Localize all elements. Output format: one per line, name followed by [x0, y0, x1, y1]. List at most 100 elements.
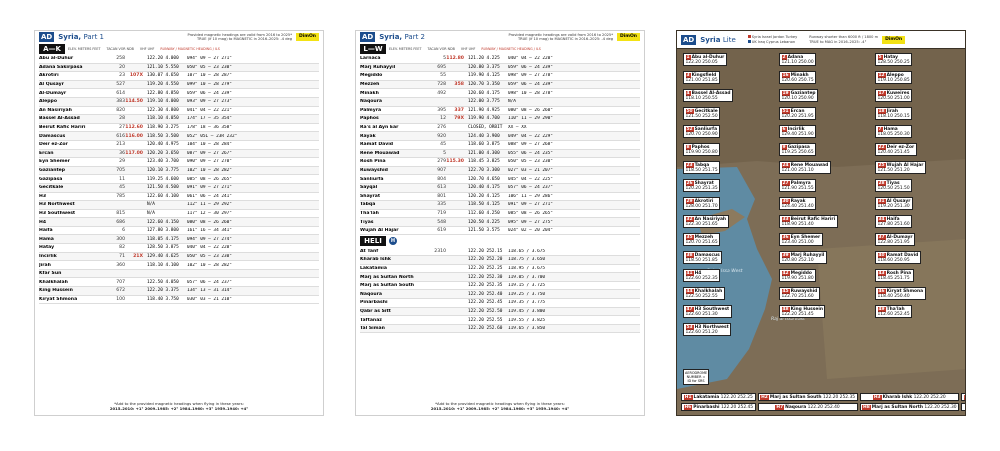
- airfield-name: Pinarbashi: [360, 300, 388, 306]
- airfield-name: Kharab Ishk: [360, 257, 391, 263]
- runway-heading: 030° 03 – 21 210°: [187, 296, 232, 302]
- table-row: Beirut Rafic Hariri 27 112.60 118.90 3.275 1…: [39, 124, 319, 133]
- frequency: 122.20 252.60: [468, 326, 503, 332]
- table-row: Deir ez-Zor 213 120.40 4.975 104° 10 – 28 2…: [39, 141, 319, 150]
- aerodrome-frequency: 120.60 250.75: [781, 77, 814, 83]
- table-row: Megiddo 55 119.90 4.125 098° 09 – 27 278°: [360, 72, 640, 81]
- airfield-name: Minakh: [360, 90, 379, 96]
- aerodrome-frequency: 121.00 251.10: [781, 167, 814, 173]
- aerodrome-frequency: 118.50 251.75: [685, 167, 718, 173]
- elevation: 707: [116, 279, 125, 285]
- runway-heading: 161° 16 – 34 341°: [187, 228, 232, 234]
- frequency: 122.20 4.000: [147, 56, 179, 62]
- ad-badge: AD: [360, 32, 376, 42]
- airfield-map-label: 1 Abu al-Duhur 122.20 250.05: [683, 53, 727, 66]
- frequency: 122.20 252.40: [468, 291, 503, 297]
- frequency: 120.40 4.975: [147, 142, 179, 148]
- runway-heading: 091° 09 – 27 271°: [187, 185, 232, 191]
- runway-heading: 117° 12 – 30 297°: [187, 210, 232, 216]
- airfield-name: Qabr as Sitt: [360, 308, 391, 314]
- runway-heading: 040° 04 – 22 220°: [187, 245, 232, 251]
- elevation: 55: [440, 73, 446, 79]
- aerodrome-frequency: 122.20 250.05: [685, 59, 718, 65]
- runway-heading: 098° 10 – 28 278°: [508, 90, 553, 96]
- elevation: 100: [116, 296, 125, 302]
- elevation: 804: [437, 176, 446, 182]
- elevation: 20: [119, 64, 125, 70]
- runway-heading: 088° 09 – 27 268°: [508, 142, 553, 148]
- map-area: Raj al Issa East Raj al Issa West 1 Abu a…: [677, 49, 965, 415]
- aerodrome-frequency: 118.45 251.75: [877, 275, 910, 281]
- runway-heading: 119.35 / 3.775: [508, 300, 546, 306]
- runway-heading: 102° 10 – 28 282°: [187, 168, 232, 174]
- aerodrome-frequency: 112.60 252.45: [877, 311, 910, 317]
- runway-heading: 040° 04 – 22 220°: [508, 56, 553, 62]
- table-row: Qabr as Sitt 122.20 252.50 119.45 / 3.800: [360, 307, 640, 317]
- table-row: Gaziantep 705 120.10 3.775 102° 10 – 28 282…: [39, 166, 319, 176]
- heli-label-row: H1 Lakatamia 122.20 252.25 H2 Marj as Sulta…: [681, 393, 965, 411]
- runway-heading: 090° 09 – 27 270°: [187, 159, 232, 165]
- airfield-map-label: 36 Eyn Shemer 123.40 251.00: [779, 233, 823, 246]
- elevation: 276: [437, 125, 446, 131]
- runway-heading: 059° 06 – 24 239°: [508, 64, 553, 70]
- frequency: N/A: [147, 202, 155, 208]
- table-row: Al-Dumayr 614 122.80 4.850 059° 06 – 24 239…: [39, 89, 319, 98]
- table-row: Hatay 82 128.50 3.875 040° 04 – 22 220°: [39, 244, 319, 253]
- aerodrome-frequency: 118.60 250.95: [877, 257, 910, 263]
- table-row: Marj as Sultan North 122.20 252.30 119.05 …: [360, 273, 640, 282]
- airfield-list: Abu al-Duhur 258 122.20 4.000 094° 09 – 27 …: [35, 55, 323, 305]
- magnetic-note: Provided magnetic headings are valid fro…: [187, 33, 292, 41]
- table-row: H4 686 122.60 4.150 080° 08 – 26 260°: [39, 218, 319, 227]
- heli-frequency: 122.20 252.30: [924, 404, 957, 410]
- table-row: Larnaca 5 112.80 121.20 4.225 040° 04 – 22 2…: [360, 55, 640, 64]
- frequency: 119.90 4.700: [468, 116, 500, 122]
- airfield-map-label: 9 Gazipasa 119.25 250.65: [779, 143, 817, 156]
- heli-number: H8: [862, 404, 871, 410]
- aerodrome-frequency: 127.80 251.60: [877, 221, 910, 227]
- elevation: 360: [116, 262, 125, 268]
- airfield-name: H3 Southwest: [39, 210, 76, 216]
- brand-badge: DimOn: [296, 33, 319, 41]
- heli-section-label: HELI: [360, 236, 386, 247]
- heli-map-label: H9Tal Siman 122.20 252.60: [961, 403, 965, 411]
- airfield-name: Naqoura: [360, 291, 383, 297]
- runway-heading: 050° 05 – 23 230°: [187, 253, 232, 259]
- airfield-name: Deir ez-Zor: [39, 142, 68, 148]
- syria-part1-card: AD Syria, Part 1 Provided magnetic headi…: [34, 30, 324, 416]
- table-row: Wujah Al Hajar 619 121.50 3.575 024° 02 – 2…: [360, 227, 640, 236]
- frequency: 118.10 4.050: [147, 116, 179, 122]
- airfield-map-label: 29 Akrotiri 128.00 251.70: [683, 197, 721, 210]
- airfield-name: Akrotiri: [39, 73, 59, 79]
- airfield-name: Tha'lah: [360, 210, 379, 216]
- table-row: Ra's al Ayn Ear 276 CLOSED, ORBIT XX – XX: [360, 124, 640, 133]
- airfield-map-label: 8 Paphos 119.90 250.80: [683, 143, 721, 156]
- heli-name: Naqoura: [785, 404, 807, 410]
- airfield-name: Palmyra: [360, 107, 382, 113]
- aerodrome-frequency: 119.90 251.80: [781, 275, 814, 281]
- airfield-name: Naqoura: [360, 99, 383, 105]
- airfield-name: Al-Dumayr: [39, 90, 67, 96]
- aerodrome-frequency: 121.90 251.55: [781, 185, 814, 191]
- aerodrome-frequency: 119.10 250.85: [877, 77, 910, 83]
- runway-heading: 106° 11 – 29 286°: [508, 193, 553, 199]
- elevation: 672: [116, 288, 125, 294]
- runway-heading: 049° 04 – 22 229°: [508, 133, 553, 139]
- table-row: Lakatamia 122.20 252.25 118.95 / 3.675: [360, 265, 640, 274]
- elevation: 28: [119, 116, 125, 122]
- aerodrome-frequency: 119.25 250.65: [781, 149, 814, 155]
- airfield-name: Incirlik: [39, 253, 57, 259]
- airfield-map-label: 2 Adana 121.10 250.00: [779, 53, 817, 66]
- runway-heading: 050° 05 – 23 230°: [187, 64, 232, 70]
- table-row: H3 Northwest N/A 112° 11 – 29 292°: [39, 201, 319, 210]
- airfield-map-label: 6 Incirlik 129.40 251.90: [779, 125, 817, 138]
- frequency: 122.20 252.15: [468, 248, 503, 254]
- frequency: 122.80 4.850: [147, 90, 179, 96]
- runway-heading: 118.65 / 3.675: [508, 248, 546, 254]
- airfield-map-label: 24 Rene Mouawad 121.00 251.10: [779, 161, 831, 174]
- table-row: Kfar Sun: [39, 269, 319, 279]
- aerodrome-frequency: 120.50 251.00: [877, 95, 910, 101]
- magnetic-note: Provided magnetic headings are valid fro…: [508, 33, 613, 41]
- airfield-name: Larnaca: [360, 56, 381, 62]
- aerodrome-frequency: 129.40 251.90: [781, 131, 814, 137]
- heli-name: Pinarbashi: [693, 404, 720, 410]
